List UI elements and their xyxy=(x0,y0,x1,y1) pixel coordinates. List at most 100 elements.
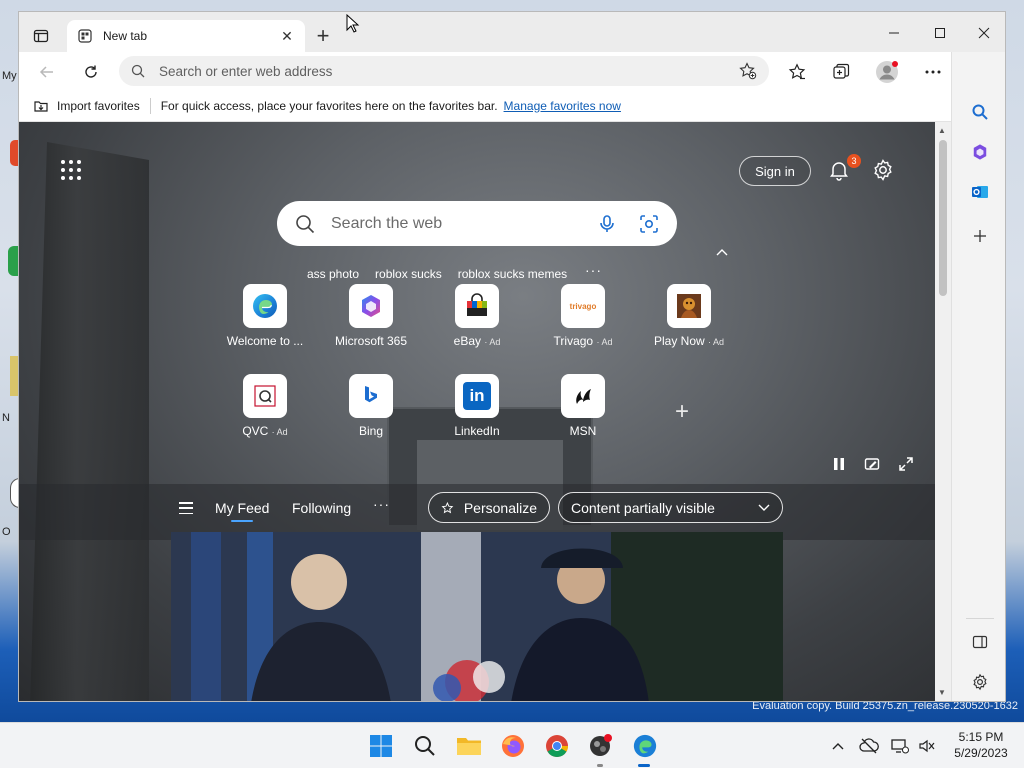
expand-icon xyxy=(899,457,913,471)
new-tab-button[interactable]: + xyxy=(311,25,335,49)
taskbar-clock[interactable]: 5:15 PM 5/29/2023 xyxy=(944,729,1018,761)
tab-following[interactable]: Following xyxy=(292,500,351,516)
visual-search-icon[interactable] xyxy=(639,214,659,234)
scroll-up-arrow-icon[interactable]: ▲ xyxy=(938,126,946,135)
settings-and-more-button[interactable] xyxy=(919,58,947,86)
taskbar-chrome[interactable] xyxy=(542,731,572,761)
more-horizontal-icon xyxy=(925,70,941,74)
search-icon xyxy=(131,64,145,78)
sidebar-microsoft365-button[interactable] xyxy=(968,140,992,164)
sidebar-panel-icon xyxy=(972,635,988,649)
tray-cloud-status[interactable] xyxy=(859,736,879,756)
start-button[interactable] xyxy=(366,731,396,761)
microsoft365-icon xyxy=(349,284,393,328)
close-window-button[interactable] xyxy=(961,20,1005,46)
tab-my-feed[interactable]: My Feed xyxy=(215,500,269,522)
app-launcher-button[interactable] xyxy=(59,158,83,182)
quick-link-label: Trivago xyxy=(553,334,594,348)
tab-actions-button[interactable] xyxy=(29,24,53,48)
maximize-button[interactable] xyxy=(917,20,963,46)
address-input[interactable] xyxy=(159,63,739,79)
outlook-icon xyxy=(972,186,988,198)
import-favorites-button[interactable]: Import favorites xyxy=(33,98,140,114)
add-favorite-star-icon[interactable] xyxy=(739,62,757,80)
sidebar-divider xyxy=(966,618,994,619)
quick-link-label: Play Now xyxy=(653,334,705,348)
collapse-quick-links-button[interactable] xyxy=(716,245,728,259)
quick-link-bing[interactable]: Bing xyxy=(321,374,421,438)
ad-marker: · Ad xyxy=(708,337,725,347)
tray-network[interactable] xyxy=(890,736,910,756)
taskbar-file-explorer[interactable] xyxy=(454,731,484,761)
web-search-box[interactable] xyxy=(277,201,677,246)
content-visibility-dropdown[interactable]: Content partially visible xyxy=(558,492,783,523)
sidebar-settings-button[interactable] xyxy=(968,670,992,694)
sidebar-add-button[interactable] xyxy=(968,224,992,248)
sign-in-button[interactable]: Sign in xyxy=(739,156,811,186)
search-icon xyxy=(415,736,435,756)
windows-taskbar: 5:15 PM 5/29/2023 xyxy=(0,722,1024,768)
browser-window: New tab ✕ + Search or enter web address … xyxy=(18,11,1006,702)
quick-link-qvc[interactable]: QVC · Ad xyxy=(215,374,315,438)
page-scrollbar[interactable]: ▲ ▼ xyxy=(935,122,951,701)
trivago-logo-text: trivago xyxy=(569,301,597,311)
page-settings-button[interactable] xyxy=(871,158,895,182)
suggestion-item[interactable]: ass photo xyxy=(307,267,359,281)
taskbar-app[interactable] xyxy=(586,731,616,761)
news-card-image[interactable] xyxy=(171,532,783,701)
taskbar-edge[interactable] xyxy=(630,731,660,761)
quick-link-ebay[interactable]: eBay · Ad xyxy=(427,284,527,348)
change-background-button[interactable] xyxy=(862,454,882,474)
cloud-offline-icon xyxy=(859,738,879,754)
search-icon xyxy=(296,214,315,233)
quick-link-label: QVC xyxy=(242,424,269,438)
collections-button[interactable] xyxy=(827,58,855,86)
sidebar-outlook-button[interactable] xyxy=(968,180,992,204)
hide-sidebar-button[interactable] xyxy=(968,630,992,654)
profile-button[interactable] xyxy=(873,58,901,86)
quick-link-label: Microsoft 365 xyxy=(334,334,408,348)
personalize-button[interactable]: Personalize xyxy=(428,492,550,523)
desktop-icon-label: N xyxy=(2,412,10,424)
taskbar-search-button[interactable] xyxy=(410,731,440,761)
quick-link-msn[interactable]: MSN xyxy=(533,374,633,438)
desktop-icon-label: O xyxy=(2,526,11,538)
ad-marker: · Ad xyxy=(484,337,501,347)
minimize-button[interactable] xyxy=(871,20,917,46)
close-tab-icon[interactable]: ✕ xyxy=(279,28,295,44)
sidebar-search-button[interactable] xyxy=(968,100,992,124)
pause-background-button[interactable] xyxy=(829,454,849,474)
taskbar-firefox[interactable] xyxy=(498,731,528,761)
back-button[interactable] xyxy=(33,58,61,86)
show-hidden-icons-button[interactable] xyxy=(828,736,848,756)
bing-icon xyxy=(349,374,393,418)
quick-link-welcome[interactable]: Welcome to ... xyxy=(215,284,315,348)
quick-link-play-now[interactable]: Play Now · Ad xyxy=(639,284,739,348)
add-quick-link-button[interactable]: + xyxy=(675,398,689,426)
quick-link-linkedin[interactable]: in LinkedIn xyxy=(427,374,527,438)
quick-link-microsoft365[interactable]: Microsoft 365 xyxy=(321,284,421,348)
web-search-input[interactable] xyxy=(331,214,597,233)
expand-background-button[interactable] xyxy=(896,454,916,474)
scroll-down-arrow-icon[interactable]: ▼ xyxy=(938,688,946,697)
manage-favorites-link[interactable]: Manage favorites now xyxy=(504,99,621,113)
tray-volume[interactable] xyxy=(917,736,937,756)
scrollbar-thumb[interactable] xyxy=(939,140,947,296)
feed-more-button[interactable]: ··· xyxy=(373,496,390,512)
suggestion-item[interactable]: roblox sucks memes xyxy=(458,267,567,281)
refresh-icon xyxy=(85,65,97,78)
address-bar[interactable] xyxy=(119,56,769,86)
news-photo-placeholder xyxy=(171,532,783,701)
quick-link-trivago[interactable]: trivago Trivago · Ad xyxy=(533,284,633,348)
refresh-button[interactable] xyxy=(77,58,105,86)
favorites-button[interactable] xyxy=(783,58,811,86)
tab-actions-icon xyxy=(33,29,49,43)
microphone-icon[interactable] xyxy=(597,214,617,234)
feed-menu-icon[interactable] xyxy=(179,502,193,514)
profile-avatar-icon xyxy=(876,61,898,83)
ebay-icon xyxy=(455,284,499,328)
suggestion-item[interactable]: roblox sucks xyxy=(375,267,442,281)
chevron-up-icon xyxy=(832,743,844,750)
tab-new-tab[interactable]: New tab ✕ xyxy=(67,20,305,52)
more-suggestions-button[interactable]: ··· xyxy=(585,262,602,278)
